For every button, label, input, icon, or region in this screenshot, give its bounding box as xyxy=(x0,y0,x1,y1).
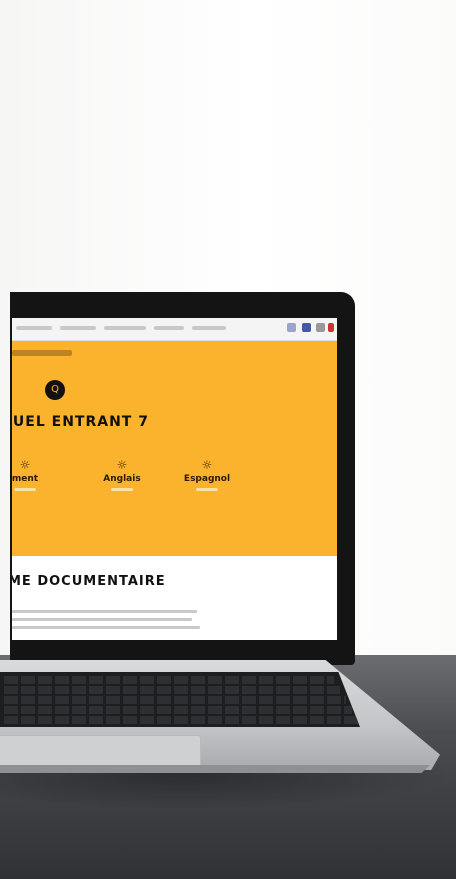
hero-title: QUEL ENTRANT 7 xyxy=(12,414,149,430)
lightbulb-icon: ☼ xyxy=(116,458,128,472)
section-text xyxy=(12,610,202,634)
browser-toolbar xyxy=(12,318,337,341)
feature-value: ment xyxy=(12,474,39,484)
bookmark-item[interactable] xyxy=(16,326,52,330)
trackpad xyxy=(0,735,201,767)
extension-icon[interactable] xyxy=(316,323,325,332)
feature-link[interactable] xyxy=(196,488,218,491)
lightbulb-icon: ☼ xyxy=(201,458,213,472)
bookmark-item[interactable] xyxy=(104,326,146,330)
key-row xyxy=(4,706,352,714)
extension-icon[interactable] xyxy=(302,323,311,332)
feature-value: Anglais xyxy=(103,474,141,484)
section-title: ME DOCUMENTAIRE xyxy=(12,574,166,589)
feature-card: ☼ ment xyxy=(12,458,60,491)
laptop-screen: Q QUEL ENTRANT 7 ☼ ment ☼ Anglais ☼ Espa… xyxy=(12,318,337,640)
site-logo: Q xyxy=(45,380,65,400)
feature-link[interactable] xyxy=(14,488,36,491)
site-nav[interactable] xyxy=(12,350,72,356)
keyboard xyxy=(0,672,360,727)
extension-icon[interactable] xyxy=(328,323,334,332)
key-row xyxy=(4,676,334,684)
feature-value: Espagnol xyxy=(183,474,231,484)
lightbulb-icon: ☼ xyxy=(19,458,31,472)
feature-card: ☼ Anglais xyxy=(87,458,157,491)
feature-card: ☼ Espagnol xyxy=(172,458,242,491)
key-row xyxy=(4,686,340,694)
bookmark-item[interactable] xyxy=(154,326,184,330)
bookmark-item[interactable] xyxy=(60,326,96,330)
bookmark-item[interactable] xyxy=(192,326,226,330)
key-row xyxy=(4,696,346,704)
laptop-base-edge xyxy=(0,765,430,773)
extension-icon[interactable] xyxy=(287,323,296,332)
feature-link[interactable] xyxy=(111,488,133,491)
key-row xyxy=(4,716,358,724)
